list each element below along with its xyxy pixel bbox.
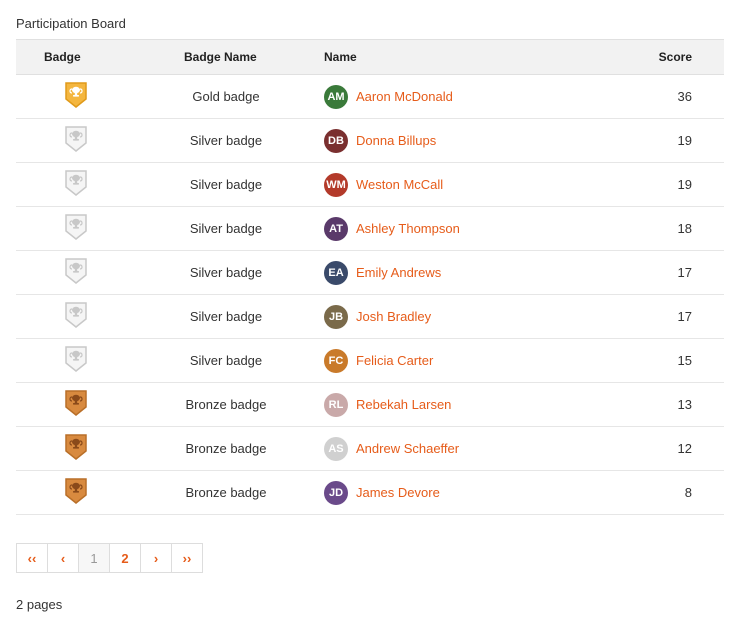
pagination-page-1: 1 [78, 543, 110, 573]
table-header-row: Badge Badge Name Name Score [16, 40, 724, 75]
score-cell: 12 [604, 427, 724, 471]
name-cell: AM Aaron McDonald [316, 75, 604, 119]
badge-name-cell: Silver badge [136, 295, 316, 339]
table-row: Silver badge DB Donna Billups 19 [16, 119, 724, 163]
score-cell: 17 [604, 295, 724, 339]
pagination-page-2[interactable]: 2 [109, 543, 141, 573]
gold-badge-icon [64, 81, 88, 112]
silver-badge-icon [64, 213, 88, 244]
name-cell: EA Emily Andrews [316, 251, 604, 295]
table-row: Silver badge JB Josh Bradley 17 [16, 295, 724, 339]
badge-name-cell: Bronze badge [136, 383, 316, 427]
bronze-badge-icon [64, 389, 88, 420]
silver-badge-icon [64, 125, 88, 156]
badge-cell [16, 119, 136, 163]
col-header-badge-name: Badge Name [136, 40, 316, 75]
score-cell: 17 [604, 251, 724, 295]
participant-link[interactable]: Donna Billups [356, 133, 436, 148]
badge-name-cell: Bronze badge [136, 471, 316, 515]
name-cell: AT Ashley Thompson [316, 207, 604, 251]
name-cell: WM Weston McCall [316, 163, 604, 207]
pagination-next[interactable]: › [140, 543, 172, 573]
participant-link[interactable]: Andrew Schaeffer [356, 441, 459, 456]
name-cell: JB Josh Bradley [316, 295, 604, 339]
avatar: EA [324, 261, 348, 285]
pagination-last[interactable]: ›› [171, 543, 203, 573]
name-cell: DB Donna Billups [316, 119, 604, 163]
badge-cell [16, 427, 136, 471]
avatar: JD [324, 481, 348, 505]
participation-table: Badge Badge Name Name Score Gold badgeAM… [16, 39, 724, 515]
participant-link[interactable]: James Devore [356, 485, 440, 500]
badge-cell [16, 207, 136, 251]
avatar: AS [324, 437, 348, 461]
pagination: ‹‹ ‹ 12 › ›› [16, 543, 724, 573]
badge-name-cell: Silver badge [136, 339, 316, 383]
score-cell: 36 [604, 75, 724, 119]
badge-name-cell: Silver badge [136, 163, 316, 207]
participant-link[interactable]: Aaron McDonald [356, 89, 453, 104]
score-cell: 19 [604, 163, 724, 207]
avatar: DB [324, 129, 348, 153]
badge-cell [16, 471, 136, 515]
badge-cell [16, 383, 136, 427]
bronze-badge-icon [64, 433, 88, 464]
badge-name-cell: Silver badge [136, 207, 316, 251]
pagination-prev[interactable]: ‹ [47, 543, 79, 573]
avatar: RL [324, 393, 348, 417]
name-cell: FC Felicia Carter [316, 339, 604, 383]
table-row: Bronze badge RL Rebekah Larsen 13 [16, 383, 724, 427]
table-row: Bronze badge AS Andrew Schaeffer 12 [16, 427, 724, 471]
badge-name-cell: Silver badge [136, 119, 316, 163]
table-row: Bronze badge JD James Devore 8 [16, 471, 724, 515]
participant-link[interactable]: Rebekah Larsen [356, 397, 451, 412]
bronze-badge-icon [64, 477, 88, 508]
page-title: Participation Board [16, 16, 724, 31]
pagination-first[interactable]: ‹‹ [16, 543, 48, 573]
name-cell: AS Andrew Schaeffer [316, 427, 604, 471]
score-cell: 19 [604, 119, 724, 163]
badge-cell [16, 163, 136, 207]
silver-badge-icon [64, 169, 88, 200]
badge-cell [16, 251, 136, 295]
col-header-name: Name [316, 40, 604, 75]
participant-link[interactable]: Weston McCall [356, 177, 443, 192]
participant-link[interactable]: Felicia Carter [356, 353, 433, 368]
avatar: AM [324, 85, 348, 109]
table-row: Silver badge FC Felicia Carter 15 [16, 339, 724, 383]
table-row: Silver badge AT Ashley Thompson 18 [16, 207, 724, 251]
silver-badge-icon [64, 345, 88, 376]
table-row: Gold badge AM Aaron McDonald 36 [16, 75, 724, 119]
badge-name-cell: Gold badge [136, 75, 316, 119]
col-header-badge: Badge [16, 40, 136, 75]
table-row: Silver badge WM Weston McCall 19 [16, 163, 724, 207]
participant-link[interactable]: Ashley Thompson [356, 221, 460, 236]
score-cell: 8 [604, 471, 724, 515]
silver-badge-icon [64, 301, 88, 332]
name-cell: JD James Devore [316, 471, 604, 515]
avatar: FC [324, 349, 348, 373]
avatar: WM [324, 173, 348, 197]
badge-name-cell: Silver badge [136, 251, 316, 295]
table-row: Silver badge EA Emily Andrews 17 [16, 251, 724, 295]
col-header-score: Score [604, 40, 724, 75]
pagination-summary: 2 pages [16, 597, 724, 612]
badge-cell [16, 339, 136, 383]
score-cell: 15 [604, 339, 724, 383]
silver-badge-icon [64, 257, 88, 288]
avatar: JB [324, 305, 348, 329]
badge-cell [16, 295, 136, 339]
name-cell: RL Rebekah Larsen [316, 383, 604, 427]
score-cell: 18 [604, 207, 724, 251]
badge-name-cell: Bronze badge [136, 427, 316, 471]
score-cell: 13 [604, 383, 724, 427]
participant-link[interactable]: Josh Bradley [356, 309, 431, 324]
avatar: AT [324, 217, 348, 241]
participant-link[interactable]: Emily Andrews [356, 265, 441, 280]
badge-cell [16, 75, 136, 119]
